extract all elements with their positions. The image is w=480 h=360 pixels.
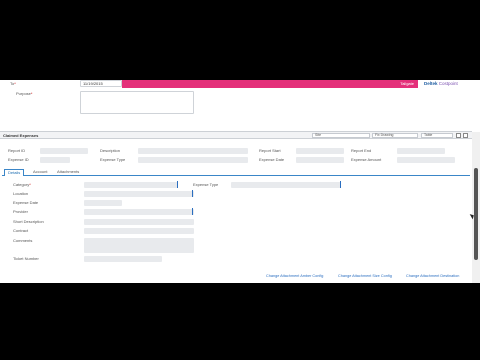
close-icon[interactable]: [463, 133, 468, 138]
grid-view-icon[interactable]: [456, 133, 461, 138]
expense-id-label: Expense ID: [8, 157, 29, 162]
expense-date-field[interactable]: [296, 157, 344, 163]
provider-lookup-marker: [192, 208, 193, 215]
to-date-input[interactable]: 11/19/2015: [80, 80, 122, 87]
comments-textarea[interactable]: [84, 238, 194, 253]
brand-logo: Deltek Costpoint: [424, 81, 458, 86]
expense-date-detail-label: Expense Date: [13, 200, 39, 205]
scrollbar-thumb[interactable]: [474, 168, 478, 260]
tab-details[interactable]: Details: [4, 169, 25, 176]
description-label: Description: [100, 148, 121, 153]
contract-field[interactable]: [84, 228, 194, 234]
expense-date-detail-field[interactable]: [84, 200, 122, 206]
tallgate-button[interactable]: Tallgate: [400, 81, 414, 87]
short-description-field[interactable]: [84, 219, 194, 225]
top-accent-bar: Tallgate: [122, 80, 418, 88]
report-end-label: Report End: [351, 148, 372, 153]
expense-amount-label: Expense Amount: [351, 157, 382, 162]
footer-link-destination[interactable]: Change Attachment Destination: [406, 274, 459, 278]
report-end-field[interactable]: [397, 148, 445, 154]
expense-id-field[interactable]: [40, 157, 70, 163]
report-start-field[interactable]: [296, 148, 344, 154]
contract-label: Contract: [13, 228, 29, 233]
drawing-filter[interactable]: Fix Drawing: [372, 133, 418, 138]
ticket-number-field[interactable]: [84, 256, 162, 262]
category-label: Category*: [13, 182, 31, 187]
provider-field[interactable]: [84, 209, 194, 215]
expense-type-lookup-marker: [340, 181, 341, 188]
category-lookup-marker: [177, 181, 178, 188]
short-description-label: Short Description: [13, 219, 44, 224]
location-field[interactable]: [84, 191, 194, 197]
expense-type-field[interactable]: [138, 157, 248, 163]
comments-label: Comments: [13, 238, 33, 243]
report-start-label: Report Start: [259, 148, 281, 153]
detail-tabs: Details Account Attachments: [2, 168, 470, 176]
category-field[interactable]: [84, 182, 178, 188]
tab-account[interactable]: Account: [30, 169, 50, 176]
expense-type-label: Expense Type: [100, 157, 126, 162]
purpose-label: Purpose*: [16, 91, 33, 96]
site-filter[interactable]: Site: [312, 133, 370, 138]
location-label: Location: [13, 191, 29, 196]
tab-attachments[interactable]: Attachments: [54, 169, 82, 176]
claimed-expenses-header: Claimed Expenses Site Fix Drawing Table: [0, 131, 472, 139]
ticket-number-label: Ticket Number: [13, 256, 39, 261]
location-lookup-marker: [192, 190, 193, 197]
footer-link-amber-config[interactable]: Change Attachment Amber Config: [266, 274, 323, 278]
to-label: To*: [10, 81, 16, 86]
expense-date-label: Expense Date: [259, 157, 285, 162]
vertical-scrollbar[interactable]: [472, 132, 480, 283]
expense-type-detail-field[interactable]: [231, 182, 341, 188]
table-filter[interactable]: Table: [421, 133, 453, 138]
footer-link-size-config[interactable]: Change Attachment Size Config: [338, 274, 392, 278]
section-title: Claimed Expenses: [3, 133, 39, 138]
provider-label: Provider: [13, 209, 28, 214]
expense-type-detail-label: Expense Type: [193, 182, 219, 187]
description-field[interactable]: [138, 148, 248, 154]
purpose-textarea[interactable]: [80, 91, 194, 114]
expense-amount-field[interactable]: [397, 157, 455, 163]
report-id-field[interactable]: [40, 148, 88, 154]
expense-report-window: To* 11/19/2015 Purpose* Tallgate Deltek …: [0, 80, 480, 283]
report-id-label: Report ID: [8, 148, 26, 153]
